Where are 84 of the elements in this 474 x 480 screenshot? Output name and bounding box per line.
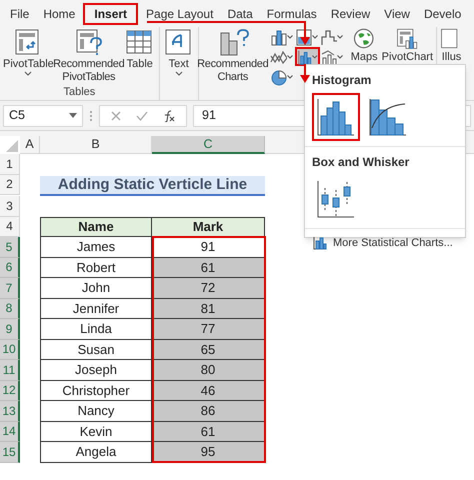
group-label: Tables (63, 85, 96, 100)
table-cell: Robert (40, 258, 152, 278)
function-icon (162, 110, 176, 122)
row-header[interactable]: 6 (0, 258, 20, 278)
ribbon-tab[interactable]: View (378, 3, 416, 25)
caret-icon (312, 34, 318, 38)
table-cell[interactable]: 61 (152, 422, 265, 442)
waterfall-chart-icon (320, 28, 337, 46)
table-cell: Susan (40, 340, 152, 360)
table-cell: Nancy (40, 401, 152, 422)
grip-icon (89, 108, 93, 122)
ribbon-button[interactable]: Illus (438, 27, 466, 64)
row-header[interactable]: 5 (0, 237, 20, 258)
table-cell[interactable]: 72 (152, 278, 265, 298)
caret-icon (69, 113, 77, 118)
table-cell[interactable]: 46 (152, 380, 265, 401)
row-header[interactable]: 14 (0, 422, 20, 442)
table-cell: Christopher (40, 380, 152, 401)
caret-icon (312, 54, 318, 58)
table-cell: Joseph (40, 360, 152, 380)
table-cell: Linda (40, 319, 152, 340)
caret-icon (286, 34, 293, 38)
pie-chart-icon (270, 68, 287, 86)
row-header[interactable]: 10 (0, 340, 20, 360)
row-header[interactable]: 13 (0, 401, 20, 422)
column-header[interactable]: A (20, 136, 40, 154)
sheet-title: Adding Static Verticle Line (40, 176, 265, 196)
table-header-cell: Mark (152, 216, 265, 237)
ribbon-tab[interactable]: Home (37, 3, 82, 25)
caret-icon (336, 34, 343, 38)
arrow (300, 64, 310, 83)
row-header[interactable]: 15 (0, 442, 20, 462)
box-plot-icon (315, 178, 357, 220)
table-cell[interactable]: 81 (152, 298, 265, 319)
name-box[interactable]: C5 (3, 104, 83, 126)
row-header[interactable]: 2 (0, 174, 20, 195)
column-chart-icon (270, 28, 287, 46)
table-cell[interactable]: 65 (152, 340, 265, 360)
ribbon-tab[interactable]: Data (221, 3, 259, 25)
table-header-cell: Name (40, 216, 152, 237)
table-cell: James (40, 237, 152, 258)
section-title: Histogram (312, 72, 372, 89)
row-header[interactable]: 7 (0, 278, 20, 298)
row-header[interactable]: 12 (0, 380, 20, 401)
column-header[interactable]: B (40, 136, 152, 154)
ribbon-tab[interactable]: Insert (83, 3, 138, 25)
ribbon-tab[interactable]: File (4, 3, 36, 25)
pareto-chart-icon (367, 96, 409, 138)
table-cell[interactable]: 77 (152, 319, 265, 340)
table-cell: John (40, 278, 152, 298)
ribbon-button[interactable]: Maps (350, 27, 379, 64)
caret-icon (336, 54, 343, 58)
bar-chart-icon (313, 236, 327, 250)
chart-type-button[interactable] (294, 47, 320, 66)
chart-option[interactable] (312, 93, 360, 141)
row-header[interactable]: 3 (0, 196, 20, 216)
caret-icon (286, 54, 293, 58)
row-header[interactable]: 4 (0, 216, 20, 237)
row-header[interactable]: 8 (0, 298, 20, 319)
histogram-chart-icon (315, 96, 357, 138)
ribbon-button[interactable]: Table (122, 27, 157, 71)
table-cell: Jennifer (40, 298, 152, 319)
caret-icon (286, 74, 293, 78)
table-cell[interactable]: 61 (152, 258, 265, 278)
cancel-icon (110, 110, 122, 122)
row-header[interactable]: 11 (0, 360, 20, 380)
ribbon-button[interactable]: Text (162, 27, 196, 77)
table-cell: Angela (40, 442, 152, 462)
ribbon-tab[interactable]: Page Layout (140, 3, 220, 25)
column-header[interactable]: C (152, 136, 265, 154)
ribbon-button[interactable]: PivotChart (380, 27, 434, 64)
ribbon-tab[interactable]: Develo (418, 3, 468, 25)
ribbon-tab[interactable]: Review (324, 3, 376, 25)
row-header[interactable]: 9 (0, 319, 20, 340)
table-cell[interactable]: 80 (152, 360, 265, 380)
table-cell[interactable]: 86 (152, 401, 265, 422)
table-cell: Kevin (40, 422, 152, 442)
ribbon-tab[interactable]: Formulas (260, 3, 323, 25)
row-header[interactable]: 1 (0, 154, 20, 174)
menu-item[interactable]: More Statistical Charts... (305, 229, 465, 258)
check-icon (136, 110, 148, 122)
ribbon-button[interactable]: PivotTable (2, 27, 55, 77)
section-title: Box and Whisker (312, 154, 410, 171)
histogram-chart-icon (296, 48, 312, 66)
